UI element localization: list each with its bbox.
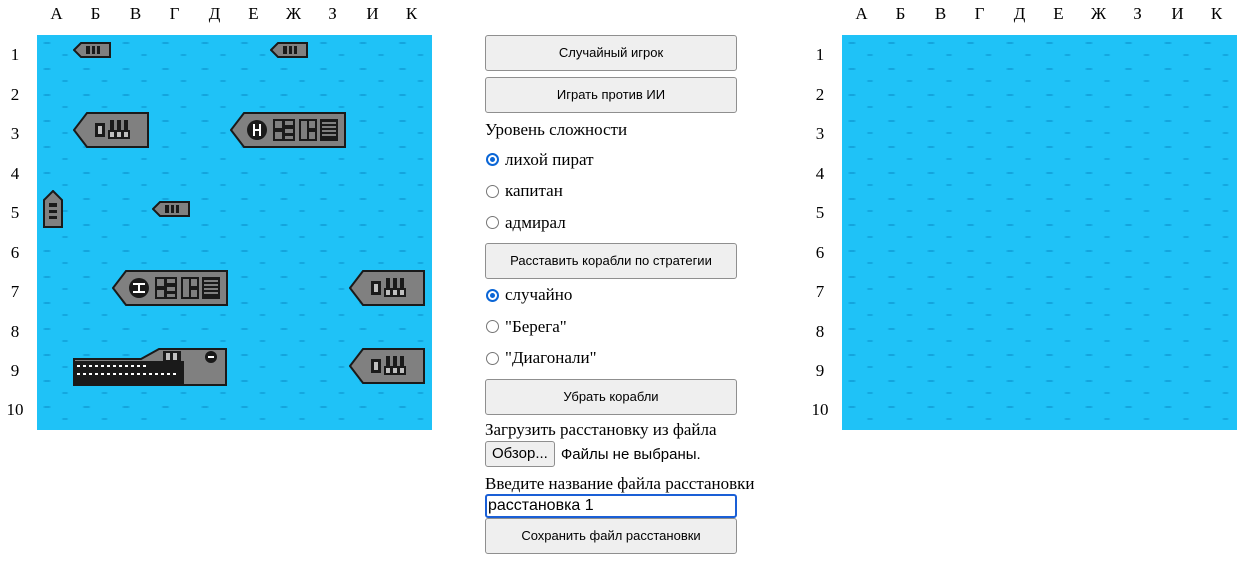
random-player-button[interactable]: Случайный игрок	[485, 35, 737, 71]
column-label: А	[855, 4, 868, 23]
strategy-option-random[interactable]: случайно	[485, 280, 785, 312]
radio-checked-icon[interactable]	[486, 153, 499, 167]
column-label: И	[1171, 4, 1184, 23]
radio-icon[interactable]	[486, 351, 499, 365]
strategy-option-label: случайно	[505, 285, 573, 305]
filename-heading: Введите название файла расстановки	[485, 474, 755, 493]
difficulty-heading: Уровень сложности	[485, 120, 628, 139]
player-grid[interactable]	[37, 35, 432, 430]
row-label: 8	[815, 322, 825, 341]
column-label: Б	[90, 4, 101, 23]
column-label: И	[366, 4, 379, 23]
ship-carrier[interactable]	[73, 347, 227, 387]
column-label: Ж	[285, 4, 302, 23]
strategy-option-label: "Диагонали"	[505, 348, 597, 368]
file-picker: Обзор... Файлы не выбраны.	[485, 440, 785, 468]
ship-cruiser[interactable]	[349, 269, 425, 307]
strategy-option-diagonals[interactable]: "Диагонали"	[485, 343, 785, 375]
column-label: Е	[248, 4, 259, 23]
radio-icon[interactable]	[486, 184, 499, 198]
row-label: 7	[10, 282, 20, 301]
column-label: А	[50, 4, 63, 23]
radio-icon[interactable]	[486, 216, 499, 230]
difficulty-option-label: лихой пират	[505, 149, 594, 169]
column-label: В	[129, 4, 142, 23]
control-panel: Случайный игрок Играть против ИИ Уровень…	[485, 35, 785, 554]
row-label: 6	[10, 243, 20, 262]
remove-ships-button[interactable]: Убрать корабли	[485, 379, 737, 415]
save-file-button[interactable]: Сохранить файл расстановки	[485, 518, 737, 554]
row-label: 2	[815, 85, 825, 104]
row-label: 10	[6, 400, 24, 419]
row-label: 1	[815, 45, 825, 64]
row-label: 5	[815, 203, 825, 222]
enemy-grid[interactable]	[842, 35, 1237, 430]
column-label: З	[1133, 4, 1142, 23]
strategy-option-label: "Берега"	[505, 316, 567, 336]
row-label: 3	[815, 124, 825, 143]
column-label: З	[328, 4, 337, 23]
row-label: 3	[10, 124, 20, 143]
ship-boat[interactable]	[42, 190, 64, 228]
column-label: К	[405, 4, 418, 23]
column-label: Е	[1053, 4, 1064, 23]
row-label: 2	[10, 85, 20, 104]
difficulty-option-label: капитан	[505, 181, 563, 201]
row-label: 4	[815, 164, 825, 183]
column-label: Д	[1013, 4, 1026, 23]
column-label: Г	[974, 4, 985, 23]
radio-checked-icon[interactable]	[486, 288, 499, 302]
ship-boat[interactable]	[73, 40, 111, 60]
ship-cruiser[interactable]	[73, 111, 149, 149]
difficulty-option-admiral[interactable]: адмирал	[485, 207, 785, 239]
ship-boat[interactable]	[270, 40, 308, 60]
browse-button[interactable]: Обзор...	[485, 441, 555, 467]
play-ai-button[interactable]: Играть против ИИ	[485, 77, 737, 113]
load-file-heading: Загрузить расстановку из файла	[485, 420, 717, 439]
column-label: Б	[895, 4, 906, 23]
row-label: 4	[10, 164, 20, 183]
filename-input[interactable]	[485, 494, 737, 518]
row-label: 6	[815, 243, 825, 262]
ship-battleship[interactable]	[230, 111, 346, 149]
radio-icon[interactable]	[486, 320, 499, 334]
row-label: 9	[10, 361, 20, 380]
row-label: 9	[815, 361, 825, 380]
column-label: Д	[208, 4, 221, 23]
row-label: 8	[10, 322, 20, 341]
row-label: 5	[10, 203, 20, 222]
column-label: Ж	[1090, 4, 1107, 23]
column-label: К	[1210, 4, 1223, 23]
place-by-strategy-button[interactable]: Расставить корабли по стратегии	[485, 242, 737, 279]
ship-cruiser[interactable]	[349, 347, 425, 385]
ship-battleship[interactable]	[112, 269, 228, 307]
strategy-option-shores[interactable]: "Берега"	[485, 311, 785, 343]
column-label: Г	[169, 4, 180, 23]
difficulty-option-pirate[interactable]: лихой пират	[485, 144, 785, 176]
difficulty-option-label: адмирал	[505, 212, 566, 232]
row-label: 1	[10, 45, 20, 64]
difficulty-option-captain[interactable]: капитан	[485, 176, 785, 208]
column-label: В	[934, 4, 947, 23]
ship-boat[interactable]	[152, 199, 190, 219]
file-status: Файлы не выбраны.	[560, 445, 701, 463]
row-label: 7	[815, 282, 825, 301]
row-label: 10	[811, 400, 829, 419]
